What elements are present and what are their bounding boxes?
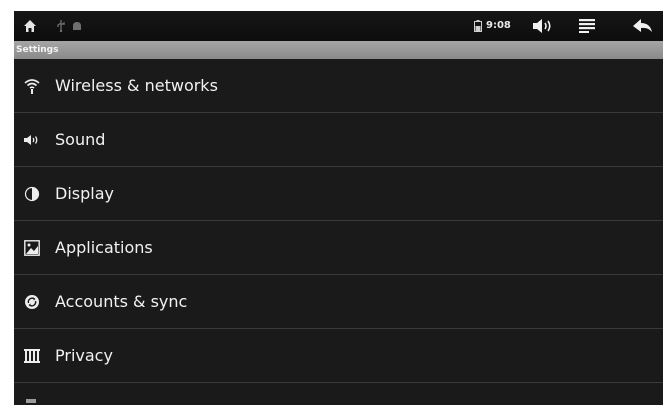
android-screen: 9:08 Settings Wireless & networks Sound … — [14, 11, 663, 405]
settings-item-label: Applications — [55, 238, 153, 257]
settings-item-accounts-sync[interactable]: Accounts & sync — [14, 275, 663, 329]
android-debug-icon — [70, 11, 84, 41]
applications-icon — [24, 240, 40, 256]
settings-list: Wireless & networks Sound Display Applic… — [14, 59, 663, 403]
back-icon[interactable] — [630, 11, 656, 41]
sync-icon — [25, 295, 39, 309]
status-bar: 9:08 — [14, 11, 663, 41]
settings-item-label: Accounts & sync — [55, 292, 188, 311]
privacy-icon — [24, 349, 40, 363]
speaker-icon — [24, 135, 38, 145]
settings-item-label: Privacy — [55, 346, 113, 365]
volume-icon[interactable] — [530, 11, 556, 41]
usb-icon — [54, 11, 68, 41]
battery-icon — [472, 11, 484, 41]
menu-icon[interactable] — [576, 11, 598, 41]
wifi-icon — [24, 79, 40, 94]
status-time: 9:08 — [486, 20, 511, 31]
settings-item-partial[interactable] — [14, 383, 663, 403]
settings-item-wireless-networks[interactable]: Wireless & networks — [14, 59, 663, 113]
display-icon — [24, 186, 40, 202]
settings-item-sound[interactable]: Sound — [14, 113, 663, 167]
home-icon[interactable] — [18, 11, 42, 41]
settings-item-privacy[interactable]: Privacy — [14, 329, 663, 383]
settings-item-label: Sound — [55, 130, 106, 149]
settings-item-label: Wireless & networks — [55, 76, 218, 95]
page-title: Settings — [16, 45, 59, 55]
partial-item-icon — [26, 399, 36, 403]
settings-item-label: Display — [55, 184, 114, 203]
title-bar: Settings — [14, 41, 663, 59]
settings-item-display[interactable]: Display — [14, 167, 663, 221]
settings-item-applications[interactable]: Applications — [14, 221, 663, 275]
